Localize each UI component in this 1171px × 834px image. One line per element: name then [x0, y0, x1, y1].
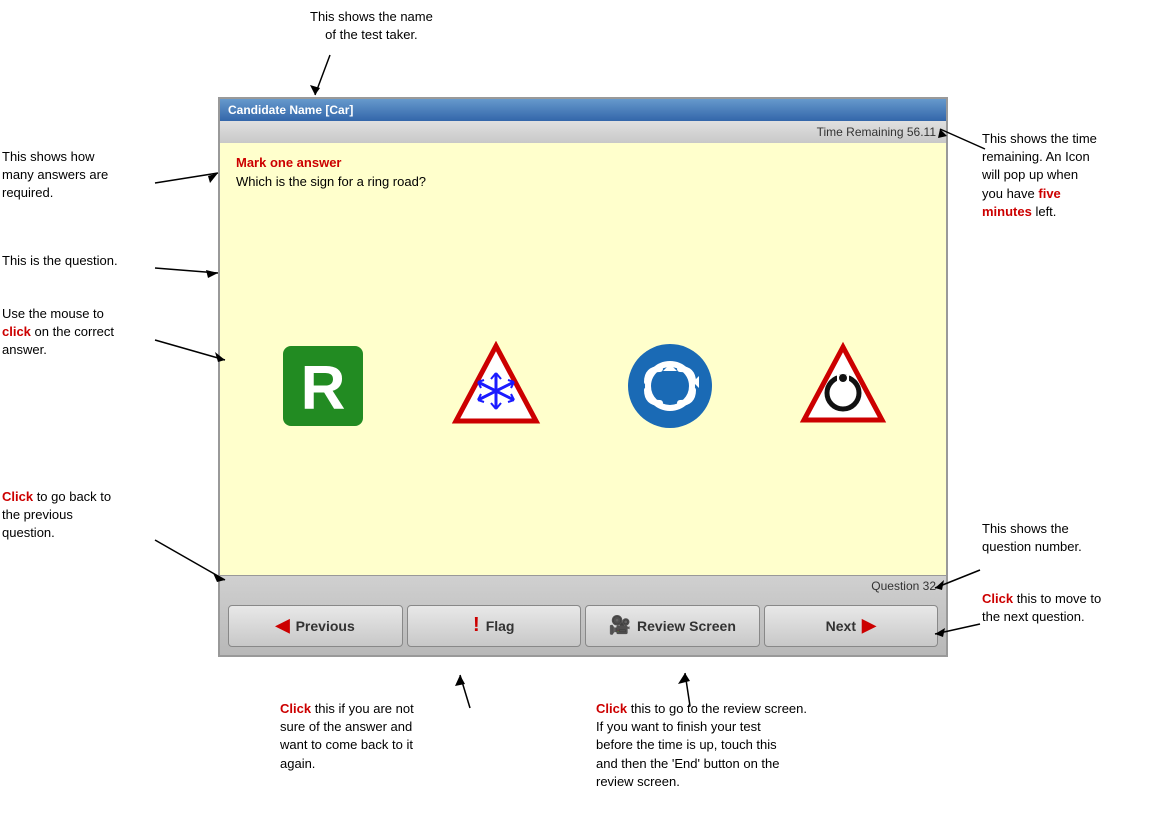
review-icon: 🎥 [609, 615, 631, 636]
previous-button[interactable]: ◀ Previous [228, 605, 403, 647]
previous-arrow-icon: ◀ [276, 615, 290, 636]
annotation-top-center-text: This shows the nameof the test taker. [310, 9, 433, 42]
annotation-timer-text: This shows the timeremaining. An Iconwil… [982, 131, 1097, 219]
annotation-answers: This shows howmany answers arerequired. [2, 148, 167, 203]
annotation-top-center: This shows the nameof the test taker. [310, 8, 433, 44]
roundabout-sign [625, 341, 715, 431]
annotation-next-text: Click this to move tothe next question. [982, 591, 1101, 624]
arrow-click [150, 330, 240, 370]
flag-label: Flag [486, 618, 515, 634]
annotation-flag: Click this if you are notsure of the ans… [280, 700, 510, 773]
annotation-answers-text: This shows howmany answers arerequired. [2, 149, 108, 200]
question-number-bar: Question 32 [220, 576, 946, 596]
review-screen-button[interactable]: 🎥 Review Screen [585, 605, 760, 647]
annotation-question: This is the question. [2, 252, 167, 270]
annotation-flag-text: Click this if you are notsure of the ans… [280, 701, 414, 771]
flag-icon: ! [473, 614, 480, 637]
icy-road-sign [451, 341, 541, 431]
next-button[interactable]: Next ▶ [764, 605, 939, 647]
answer-roundabout[interactable] [615, 331, 725, 441]
footer-bar: Question 32 ◀ Previous ! Flag 🎥 Review S… [220, 575, 946, 655]
mark-one-answer: Mark one answer [236, 155, 930, 170]
review-label: Review Screen [637, 618, 736, 634]
next-label: Next [826, 618, 856, 634]
arrow-question [150, 258, 230, 288]
main-window: Candidate Name [Car] Time Remaining 56.1… [218, 97, 948, 657]
timer-bar: Time Remaining 56.11 [220, 121, 946, 143]
annotation-timer: This shows the timeremaining. An Iconwil… [982, 130, 1167, 221]
annotation-qnum: This shows thequestion number. [982, 520, 1167, 556]
svg-text:R: R [300, 354, 345, 423]
arrow-top-center [300, 50, 360, 105]
annotation-review: Click this to go to the review screen.If… [596, 700, 956, 791]
arrow-review [670, 668, 710, 708]
arrow-timer [935, 124, 990, 154]
annotation-click-text: Use the mouse toclick on the correctansw… [2, 306, 114, 357]
question-text: Which is the sign for a ring road? [236, 174, 930, 189]
next-arrow-icon: ▶ [862, 615, 876, 636]
annotation-review-text: Click this to go to the review screen.If… [596, 701, 807, 789]
nav-buttons: ◀ Previous ! Flag 🎥 Review Screen Next ▶ [220, 596, 946, 655]
annotation-next: Click this to move tothe next question. [982, 590, 1167, 626]
answer-ring-road[interactable]: R [268, 331, 378, 441]
annotation-qnum-text: This shows thequestion number. [982, 521, 1082, 554]
arrow-answers [150, 168, 230, 198]
answer-icy-road[interactable] [441, 331, 551, 441]
annotation-question-text: This is the question. [2, 253, 118, 268]
annotation-back: Click to go back tothe previousquestion. [2, 488, 172, 543]
answers-grid: R [236, 209, 930, 563]
question-area: Mark one answer Which is the sign for a … [220, 143, 946, 575]
previous-label: Previous [296, 618, 355, 634]
annotation-back-text: Click to go back tothe previousquestion. [2, 489, 111, 540]
question-number: Question 32 [871, 579, 936, 593]
arrow-back [150, 530, 240, 585]
answer-give-way[interactable] [788, 331, 898, 441]
ring-road-sign: R [278, 341, 368, 431]
arrow-flag [450, 670, 490, 710]
arrow-qnum [930, 560, 985, 595]
give-way-sign [798, 341, 888, 431]
flag-button[interactable]: ! Flag [407, 605, 582, 647]
window-title: Candidate Name [Car] [228, 103, 353, 117]
arrow-next [930, 614, 985, 649]
timer-label: Time Remaining 56.11 [817, 125, 936, 139]
